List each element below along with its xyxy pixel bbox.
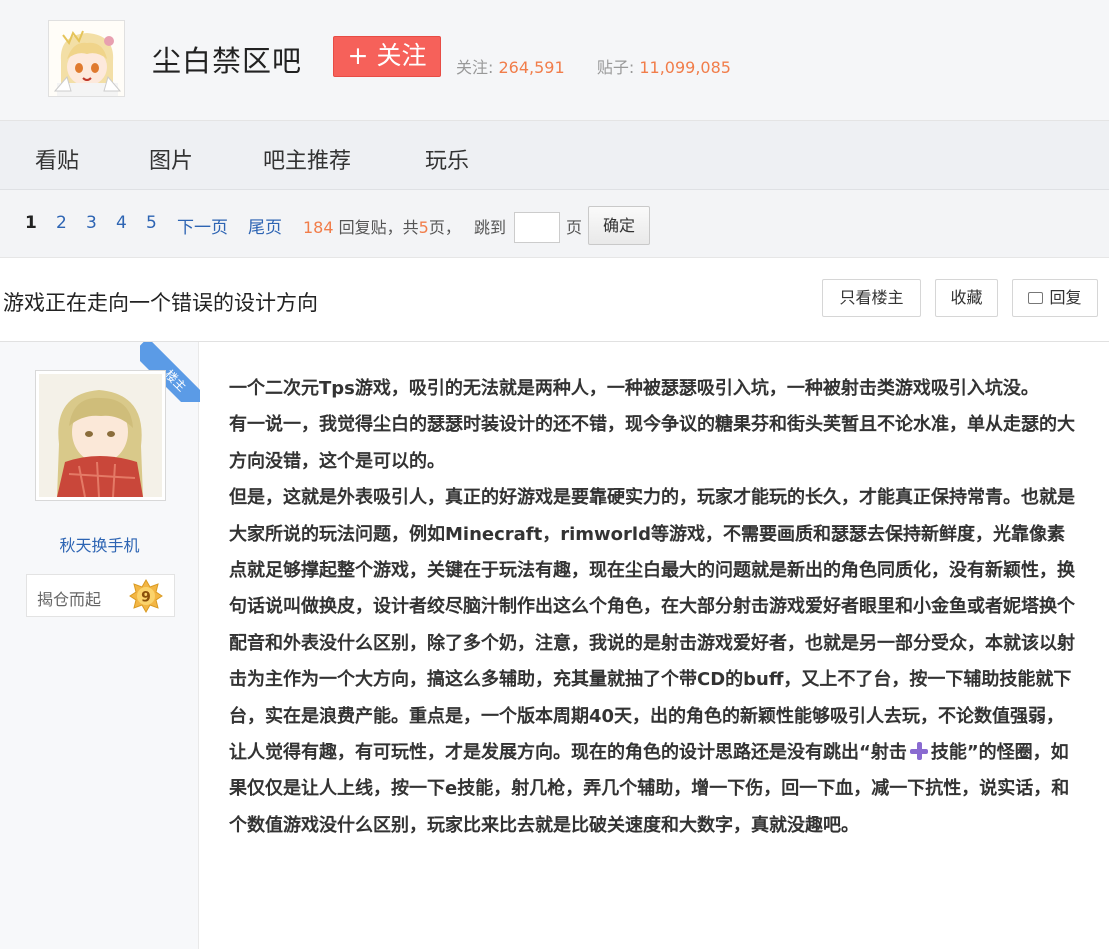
forum-name[interactable]: 尘白禁区吧 — [152, 38, 302, 80]
user-avatar[interactable] — [35, 370, 166, 501]
level-badge-icon: 9 — [129, 579, 163, 613]
nav-item-fun[interactable]: 玩乐 — [425, 143, 469, 175]
plus-emoji-icon — [909, 742, 928, 761]
forum-stats: 关注: 264,591 贴子: 11,099,085 — [456, 54, 731, 78]
reply-icon — [1028, 292, 1044, 304]
user-avatar-image — [39, 374, 162, 498]
followers-count: 264,591 — [498, 58, 565, 77]
reply-button-label: 回复 — [1049, 288, 1082, 307]
level-number: 9 — [141, 590, 151, 606]
last-page-link[interactable]: 尾页 — [248, 213, 282, 238]
next-page-link[interactable]: 下一页 — [177, 213, 228, 238]
posts-label: 贴子: — [596, 58, 635, 77]
page-link[interactable]: 4 — [116, 213, 127, 233]
user-level[interactable]: 揭仓而起 9 — [26, 574, 175, 617]
jump-label: 跳到 — [474, 218, 507, 237]
post-floor: 楼主 秋天换手机 揭仓而起 9 一个二次元Tps游戏，吸引的无法就是两种人，一种… — [0, 342, 1109, 949]
follow-button[interactable]: + 关注 — [333, 36, 441, 77]
total-suffix: 页， — [428, 218, 461, 237]
post-paragraph: 一个二次元Tps游戏，吸引的无法就是两种人，一种被瑟瑟吸引入坑，一种被射击类游戏… — [229, 378, 1039, 399]
nav-item-images[interactable]: 图片 — [149, 143, 193, 175]
post-paragraph: 有一说一，我觉得尘白的瑟瑟时装设计的还不错，现今争议的糖果芬和街头芙暂且不论水准… — [229, 414, 1075, 472]
pagination-bar: 1 2 3 4 5 下一页 尾页 184 回复贴，共5页， 跳到 页 确定 — [0, 190, 1109, 258]
thread-title-bar: 游戏正在走向一个错误的设计方向 只看楼主 收藏 回复 — [0, 258, 1109, 342]
forum-header: 尘白禁区吧 + 关注 关注: 264,591 贴子: 11,099,085 — [0, 0, 1109, 121]
author-panel: 楼主 秋天换手机 揭仓而起 9 — [0, 342, 200, 949]
nav-item-recommended[interactable]: 吧主推荐 — [263, 143, 351, 175]
page-jump-input[interactable] — [514, 212, 560, 243]
page-link-current: 1 — [25, 213, 37, 233]
post-content: 一个二次元Tps游戏，吸引的无法就是两种人，一种被瑟瑟吸引入坑，一种被射击类游戏… — [229, 371, 1079, 844]
nav-item-posts[interactable]: 看贴 — [35, 143, 79, 175]
followers-label: 关注: — [456, 58, 494, 77]
thread-title: 游戏正在走向一个错误的设计方向 — [3, 291, 318, 315]
total-pages: 5 — [418, 218, 429, 237]
reply-count: 184 — [303, 218, 334, 237]
author-name[interactable]: 秋天换手机 — [0, 532, 199, 556]
forum-avatar-image — [49, 21, 124, 96]
post-paragraph-long: 但是，这就是外表吸引人，真正的好游戏是要靠硬实力的，玩家才能玩的长久，才能真正保… — [229, 480, 1079, 844]
page-link[interactable]: 5 — [146, 213, 157, 233]
reply-suffix: 回复贴，共 — [338, 218, 419, 237]
post-paragraph-text: 但是，这就是外表吸引人，真正的好游戏是要靠硬实力的，玩家才能玩的长久，才能真正保… — [229, 487, 1075, 764]
only-author-button[interactable]: 只看楼主 — [822, 279, 921, 317]
reply-button[interactable]: 回复 — [1012, 279, 1098, 317]
forum-avatar[interactable] — [48, 20, 125, 97]
reply-summary: 184 回复贴，共5页， — [303, 214, 461, 238]
favorite-button[interactable]: 收藏 — [935, 279, 998, 317]
level-title: 揭仓而起 — [37, 590, 102, 609]
page-link[interactable]: 3 — [86, 213, 97, 233]
posts-count: 11,099,085 — [639, 58, 731, 77]
page-link[interactable]: 2 — [56, 213, 67, 233]
page-unit-label: 页 — [566, 218, 583, 237]
confirm-jump-button[interactable]: 确定 — [588, 206, 650, 245]
forum-nav: 看贴 图片 吧主推荐 玩乐 — [0, 121, 1109, 190]
